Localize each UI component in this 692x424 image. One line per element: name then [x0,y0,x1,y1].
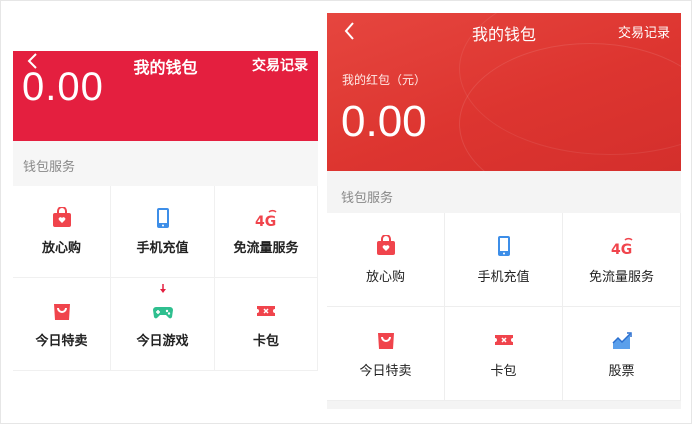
wallet-header: 我的钱包 交易记录 我的红包（元） 0.00 [327,13,681,171]
phone-icon [156,208,169,228]
4g-icon: 4G [611,237,633,257]
svg-text:4G: 4G [611,242,632,257]
svg-text:4G: 4G [255,214,276,229]
service-label: 今日游戏 [136,333,189,349]
service-label: 免流量服务 [588,269,654,285]
service-daily-game[interactable]: 今日游戏 [111,278,215,371]
service-label: 股票 [608,363,635,379]
4g-icon: 4G [255,209,277,229]
gift-bag-icon [52,207,71,227]
service-label: 放心购 [365,269,405,285]
right-wallet-screen: 我的钱包 交易记录 我的红包（元） 0.00 钱包服务 放心购 手机充值 4G … [327,13,681,409]
service-label: 手机充值 [477,269,530,285]
gift-bag-icon [376,234,395,255]
service-label: 放心购 [41,241,81,256]
screenshot-frame: 我的钱包 交易记录 0.00 钱包服务 放心购 手机充值 4G 免流量服务 今日… [0,0,692,424]
shopping-bag-icon [53,303,70,320]
balance-amount: 0.00 [341,97,427,146]
service-free-data[interactable]: 4G 免流量服务 [215,186,318,278]
ticket-icon [257,305,275,316]
section-header: 钱包服务 [327,171,681,213]
section-header: 钱包服务 [13,141,318,186]
service-daily-sale[interactable]: 今日特卖 [13,278,111,371]
section-title: 钱包服务 [341,191,394,206]
shopping-bag-icon [377,332,394,349]
section-title: 钱包服务 [23,160,76,175]
phone-icon [497,235,510,256]
service-free-data[interactable]: 4G 免流量服务 [563,213,681,307]
service-fangxingou[interactable]: 放心购 [327,213,445,307]
service-fangxingou[interactable]: 放心购 [13,186,111,278]
service-card-wallet[interactable]: 卡包 [215,278,318,371]
gamepad-icon [152,306,173,318]
ticket-icon [494,334,513,345]
stock-chart-icon [611,331,632,349]
service-label: 今日特卖 [35,333,88,349]
balance-amount: 0.00 [22,65,104,109]
service-daily-sale[interactable]: 今日特卖 [327,307,445,401]
service-stocks[interactable]: 股票 [563,307,681,401]
service-label: 手机充值 [136,241,189,256]
service-label: 今日特卖 [359,363,412,379]
transaction-record-link[interactable]: 交易记录 [252,55,308,75]
wallet-header: 我的钱包 交易记录 0.00 [13,51,318,141]
arrow-down-icon [159,284,166,293]
service-label: 卡包 [252,333,279,349]
left-wallet-screen: 我的钱包 交易记录 0.00 钱包服务 放心购 手机充值 4G 免流量服务 今日… [13,51,318,371]
service-grid: 放心购 手机充值 4G 免流量服务 [13,186,318,371]
service-grid: 放心购 手机充值 4G 免流量服务 [327,213,681,401]
service-card-wallet[interactable]: 卡包 [445,307,563,401]
transaction-record-link[interactable]: 交易记录 [618,22,670,41]
service-label: 免流量服务 [233,241,299,256]
service-phone-recharge[interactable]: 手机充值 [445,213,563,307]
red-packet-label: 我的红包（元） [342,73,427,87]
service-label: 卡包 [490,363,517,379]
service-phone-recharge[interactable]: 手机充值 [111,186,215,278]
